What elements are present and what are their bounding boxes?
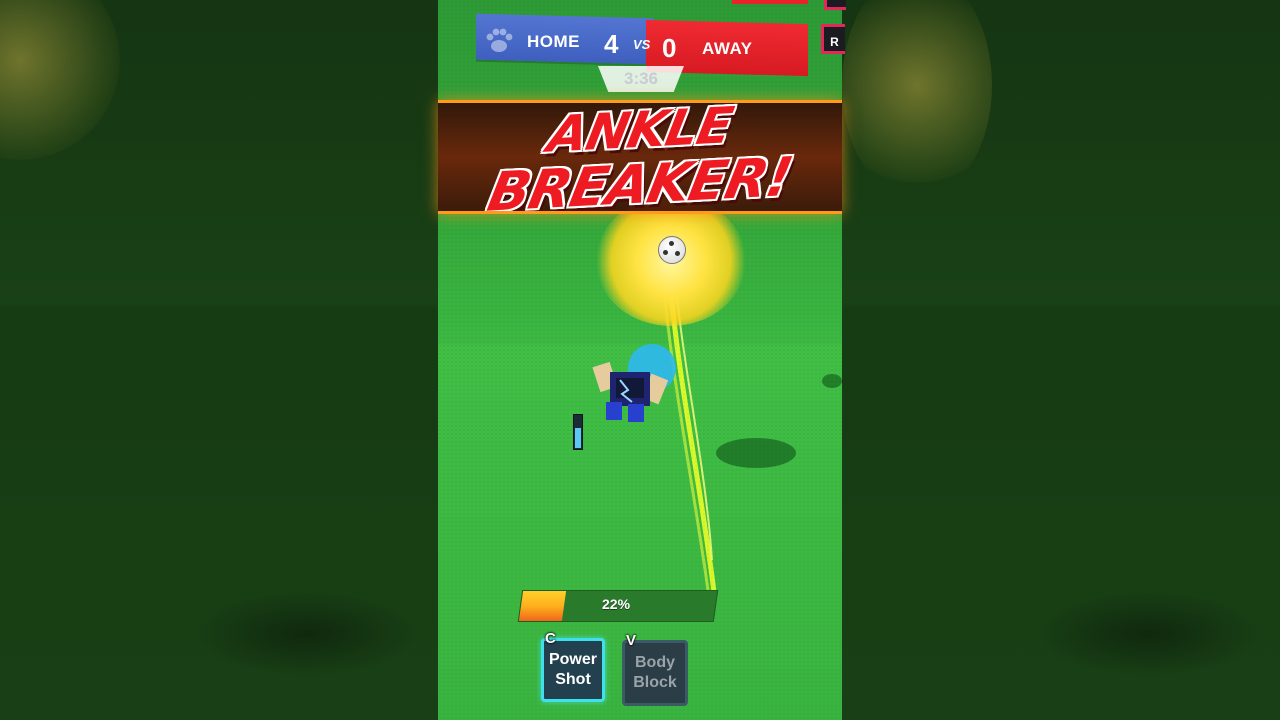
player-avatar [592,344,676,422]
home-team-label: HOME [527,32,580,51]
soccer-ball-icon [658,236,686,264]
ball-shadow [822,374,842,388]
shot-charge-percent: 22% [602,596,631,612]
away-score: 0 [662,33,677,63]
power-shot-key: C [545,630,556,647]
stamina-bar [573,414,583,450]
body-block-button[interactable]: Body Block [622,640,688,706]
reset-button[interactable]: R [821,24,845,54]
blurred-background-left [0,0,438,720]
stamina-fill [575,427,581,448]
player-shadow [716,438,796,468]
paw-icon [486,28,513,52]
game-screen: HOME 4 VS 0 AWAY 3:36 R ANKLE BREAKER! 2… [0,0,1280,720]
ankle-breaker-banner: ANKLE BREAKER! [438,100,842,214]
body-block-label: Body Block [633,654,677,691]
blurred-background-right [842,0,1280,720]
power-shot-label: Power Shot [548,651,597,688]
home-score: 4 [604,29,619,59]
away-team-label: AWAY [702,39,753,58]
versus-label: VS [633,37,651,52]
power-shot-button[interactable]: Power Shot [541,638,605,702]
match-timer: 3:36 [598,66,684,92]
body-block-key: V [626,632,637,649]
menu-button[interactable] [824,0,846,10]
shot-charge-fill [518,591,566,621]
top-right-bar [732,0,808,4]
